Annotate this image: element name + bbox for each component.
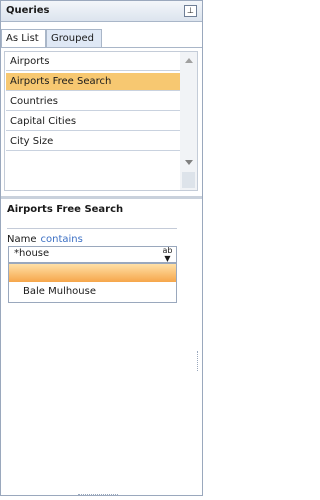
resize-grip[interactable]	[197, 351, 200, 371]
search-input[interactable]: *house	[14, 248, 49, 259]
search-combo[interactable]: *house ab ▼	[8, 246, 177, 263]
operator-link[interactable]: contains	[41, 234, 83, 245]
tab-strip: As List Grouped	[1, 29, 202, 48]
pin-icon[interactable]: ⊥	[184, 5, 197, 17]
scroll-up-icon[interactable]	[185, 58, 193, 63]
panel-header: Queries ⊥	[1, 1, 202, 22]
query-detail-title: Airports Free Search	[7, 204, 124, 215]
tab-as-list[interactable]: As List	[1, 29, 46, 47]
queries-panel: Queries ⊥ As List Grouped Airports Airpo…	[0, 0, 203, 496]
section-line	[7, 228, 177, 229]
scrollbar-thumb[interactable]	[182, 172, 195, 188]
list-item[interactable]: Capital Cities	[6, 113, 182, 131]
list-item-selected[interactable]: Airports Free Search	[6, 73, 182, 91]
section-divider[interactable]	[1, 196, 202, 199]
field-name: Name	[7, 234, 37, 245]
suggestion-item[interactable]: Bale Mulhouse	[23, 286, 96, 297]
list-item[interactable]: Countries	[6, 93, 182, 111]
suggestion-dropdown: Bale Mulhouse	[8, 263, 177, 303]
panel-title: Queries	[6, 5, 50, 16]
list-item[interactable]: City Size	[6, 133, 182, 151]
query-list: Airports Airports Free Search Countries …	[4, 51, 198, 191]
list-item[interactable]: Airports	[6, 53, 182, 71]
dropdown-highlight[interactable]	[9, 264, 176, 282]
ab-dropdown-icon[interactable]: ab ▼	[159, 247, 176, 263]
vertical-scrollbar[interactable]	[180, 52, 197, 190]
tab-grouped[interactable]: Grouped	[46, 29, 102, 47]
scroll-down-icon[interactable]	[185, 160, 193, 165]
bottom-splitter[interactable]	[78, 494, 118, 498]
field-label: Name contains	[7, 234, 83, 245]
